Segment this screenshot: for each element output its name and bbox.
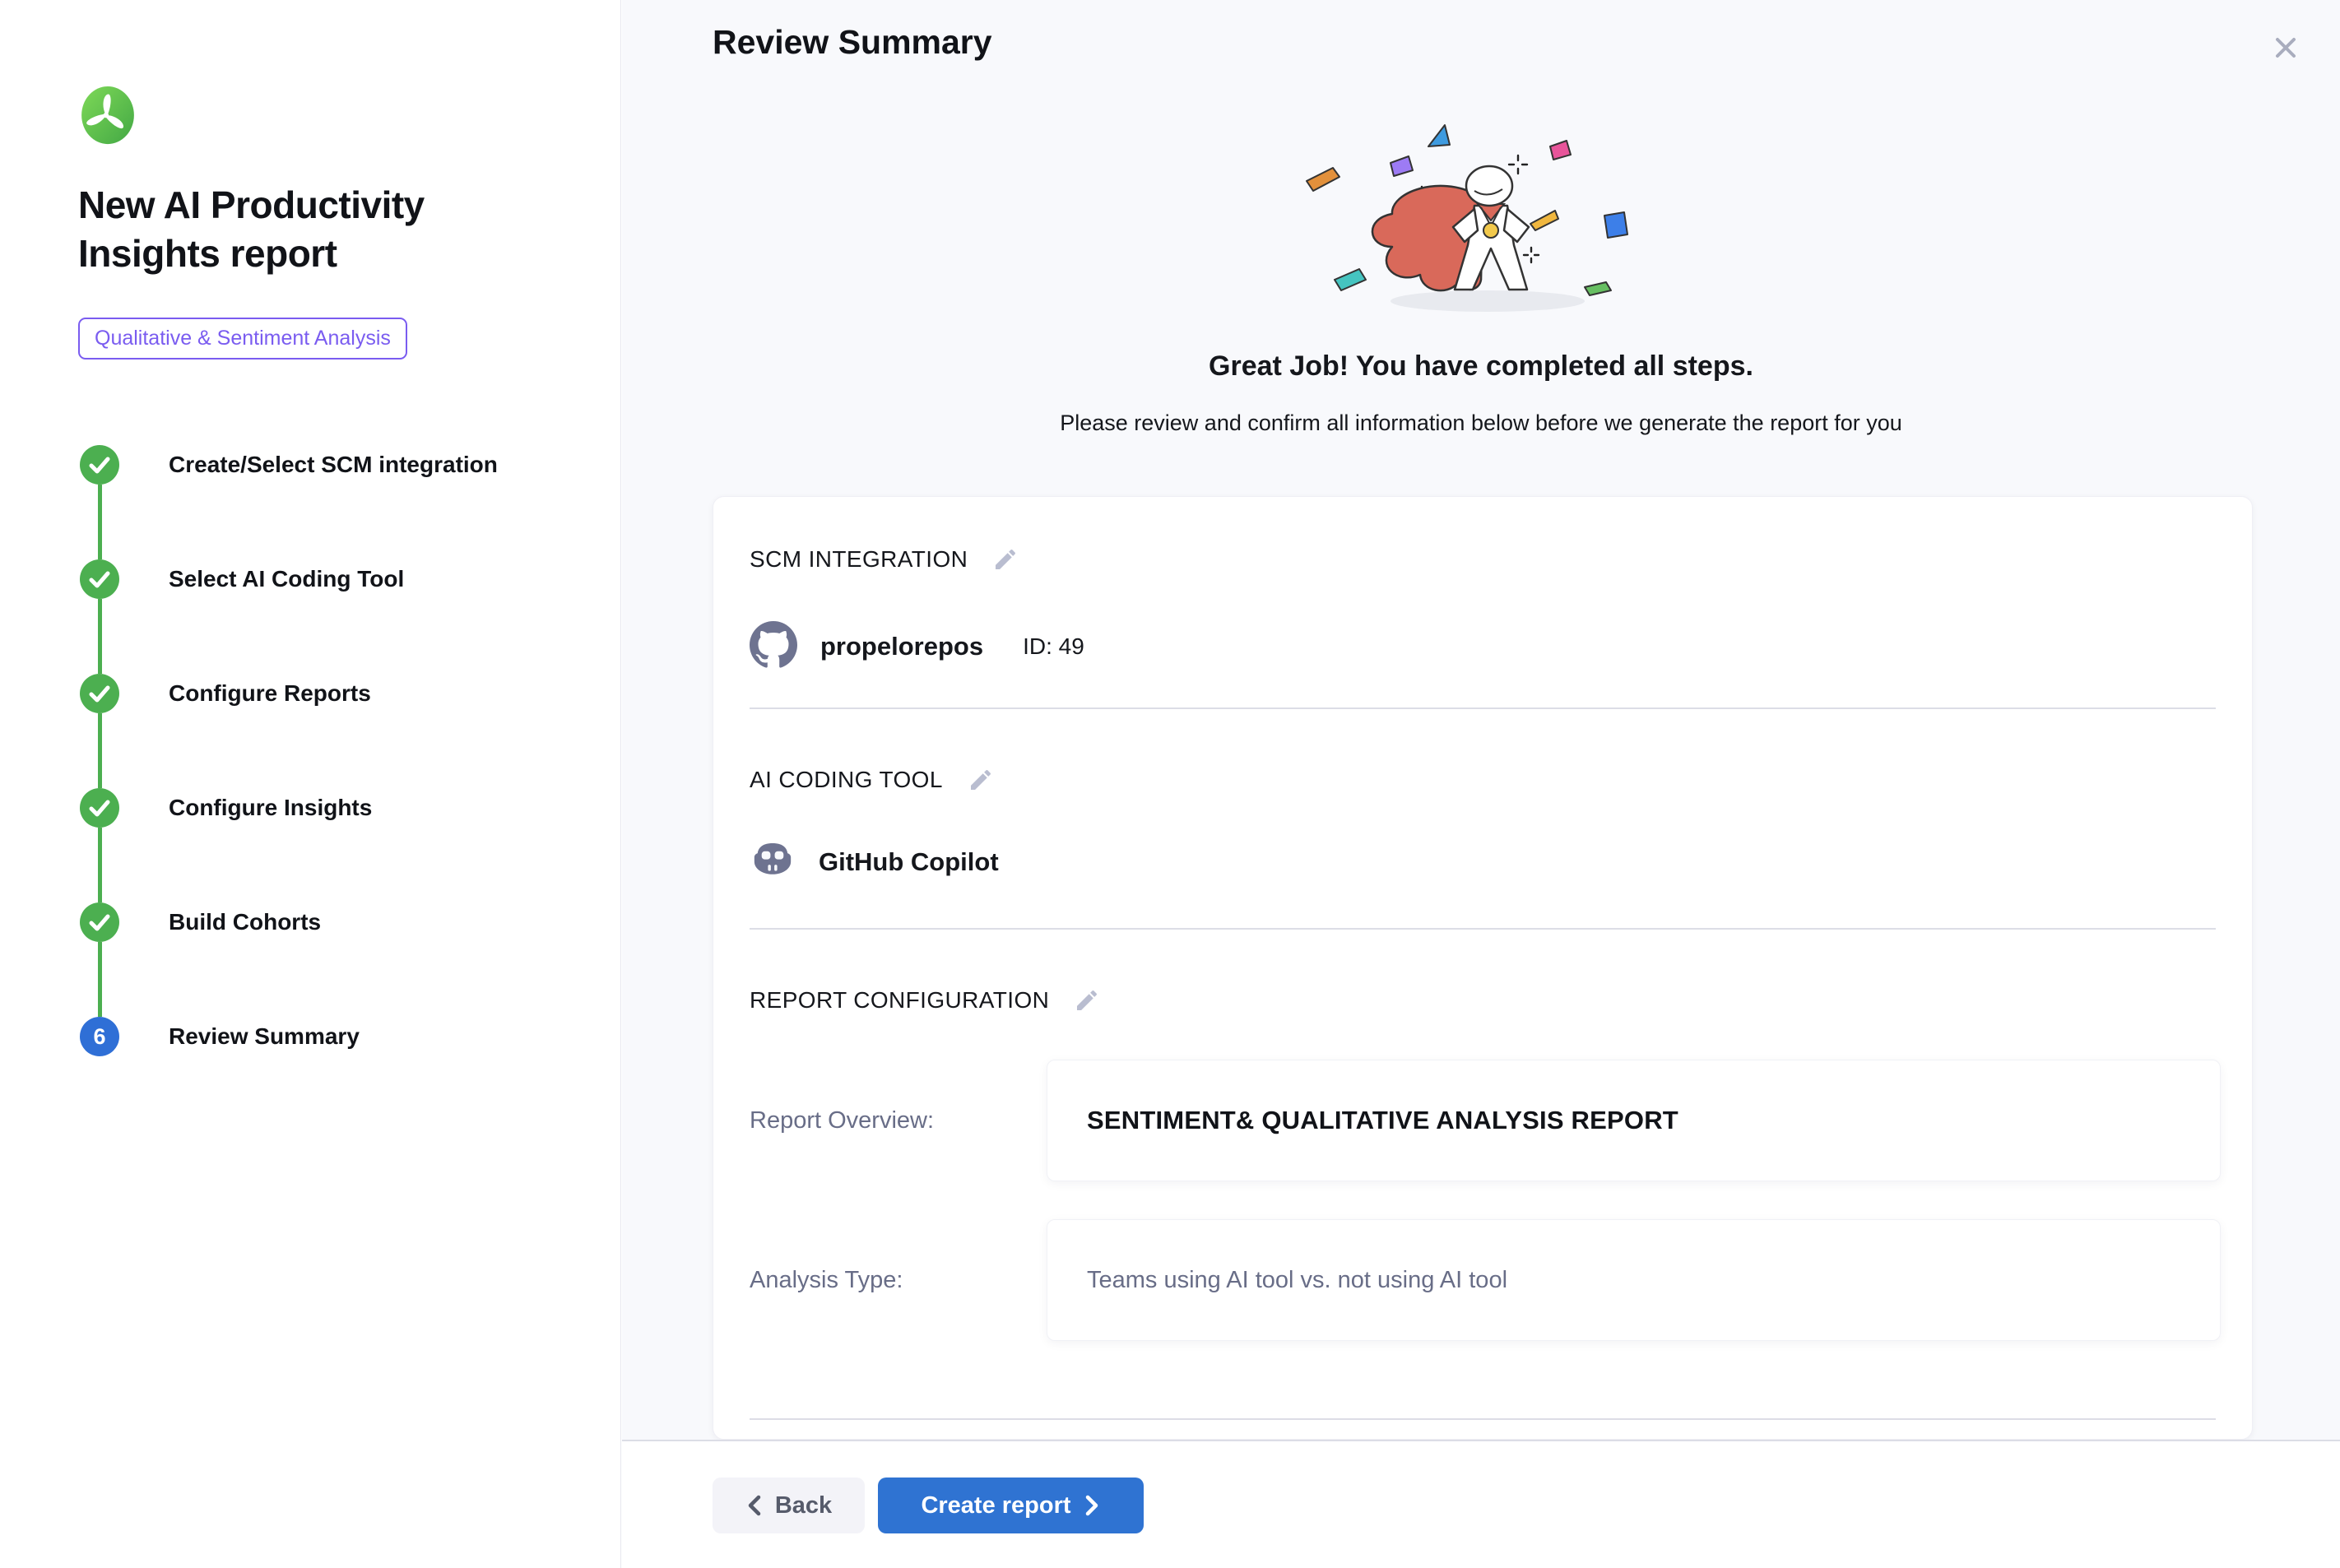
report-overview-value-card: SENTIMENT& QUALITATIVE ANALYSIS REPORT (1047, 1060, 2221, 1181)
scm-integration-label: SCM INTEGRATION (750, 546, 968, 573)
report-configuration-section-header: REPORT CONFIGURATION (750, 987, 1100, 1014)
ai-coding-tool-section-header: AI CODING TOOL (750, 767, 994, 793)
analysis-type-value-card: Teams using AI tool vs. not using AI too… (1047, 1219, 2221, 1341)
create-report-button-label: Create report (921, 1492, 1070, 1519)
congrats-subheading: Please review and confirm all informatio… (622, 411, 2340, 436)
propelo-logo-icon (80, 85, 136, 146)
scm-integration-name: propelorepos (820, 632, 983, 661)
section-divider (750, 928, 2216, 930)
footer-buttons: Back Create report (713, 1478, 1144, 1533)
sidebar-step-create-select-scm[interactable]: Create/Select SCM integration (80, 445, 498, 485)
ai-coding-tool-name: GitHub Copilot (819, 847, 999, 877)
report-overview-field-label: Report Overview: (750, 1060, 1038, 1181)
wizard-footer: Back Create report (622, 1440, 2340, 1568)
report-overview-value: SENTIMENT& QUALITATIVE ANALYSIS REPORT (1087, 1106, 1678, 1135)
analysis-type-field-label: Analysis Type: (750, 1219, 1038, 1341)
sidebar-step-configure-reports[interactable]: Configure Reports (80, 674, 498, 713)
edit-report-config-pencil-icon[interactable] (1074, 987, 1100, 1014)
step-label: Configure Insights (169, 795, 372, 821)
sidebar-step-select-ai-tool[interactable]: Select AI Coding Tool (80, 559, 498, 599)
page-title: Review Summary (713, 23, 992, 62)
ai-coding-tool-value-row: GitHub Copilot (750, 837, 999, 887)
section-divider (750, 707, 2216, 709)
back-button[interactable]: Back (713, 1478, 865, 1533)
chevron-right-icon (1083, 1493, 1101, 1518)
scm-integration-id: ID: 49 (1023, 633, 1084, 660)
celebration-illustration (1267, 114, 1695, 323)
step-complete-check-icon (80, 445, 119, 485)
sidebar-step-build-cohorts[interactable]: Build Cohorts (80, 902, 498, 942)
step-complete-check-icon (80, 902, 119, 942)
scm-integration-section-header: SCM INTEGRATION (750, 546, 1019, 573)
summary-card: SCM INTEGRATION propelorepos ID: 49 AI C… (713, 496, 2253, 1440)
report-configuration-label: REPORT CONFIGURATION (750, 987, 1049, 1014)
step-number-badge: 6 (80, 1017, 119, 1056)
congrats-heading: Great Job! You have completed all steps. (622, 350, 2340, 383)
wizard-sidebar: New AI Productivity Insights report Qual… (0, 0, 621, 1568)
edit-scm-pencil-icon[interactable] (992, 546, 1019, 573)
close-icon[interactable] (2268, 30, 2304, 66)
sidebar-step-review-summary[interactable]: 6 Review Summary (80, 1017, 498, 1056)
step-label: Create/Select SCM integration (169, 452, 498, 478)
sidebar-step-configure-insights[interactable]: Configure Insights (80, 788, 498, 828)
analysis-type-value: Teams using AI tool vs. not using AI too… (1087, 1267, 1507, 1294)
step-complete-check-icon (80, 674, 119, 713)
report-title: New AI Productivity Insights report (78, 181, 514, 278)
ai-coding-tool-label: AI CODING TOOL (750, 767, 943, 793)
github-icon (750, 621, 797, 673)
report-type-badge: Qualitative & Sentiment Analysis (78, 318, 407, 360)
step-label: Build Cohorts (169, 909, 321, 935)
back-button-label: Back (775, 1492, 832, 1519)
section-divider (750, 1418, 2216, 1420)
step-complete-check-icon (80, 788, 119, 828)
step-label: Select AI Coding Tool (169, 566, 404, 592)
scm-integration-value-row: propelorepos ID: 49 (750, 620, 1084, 673)
create-report-button[interactable]: Create report (878, 1478, 1144, 1533)
chevron-left-icon (745, 1493, 764, 1518)
step-label: Configure Reports (169, 680, 371, 707)
step-complete-check-icon (80, 559, 119, 599)
edit-ai-tool-pencil-icon[interactable] (968, 767, 994, 793)
review-summary-panel: Review Summary (622, 0, 2340, 1440)
copilot-icon (750, 837, 796, 888)
wizard-stepper: Create/Select SCM integration Select AI … (80, 445, 498, 1131)
step-label: Review Summary (169, 1023, 360, 1050)
